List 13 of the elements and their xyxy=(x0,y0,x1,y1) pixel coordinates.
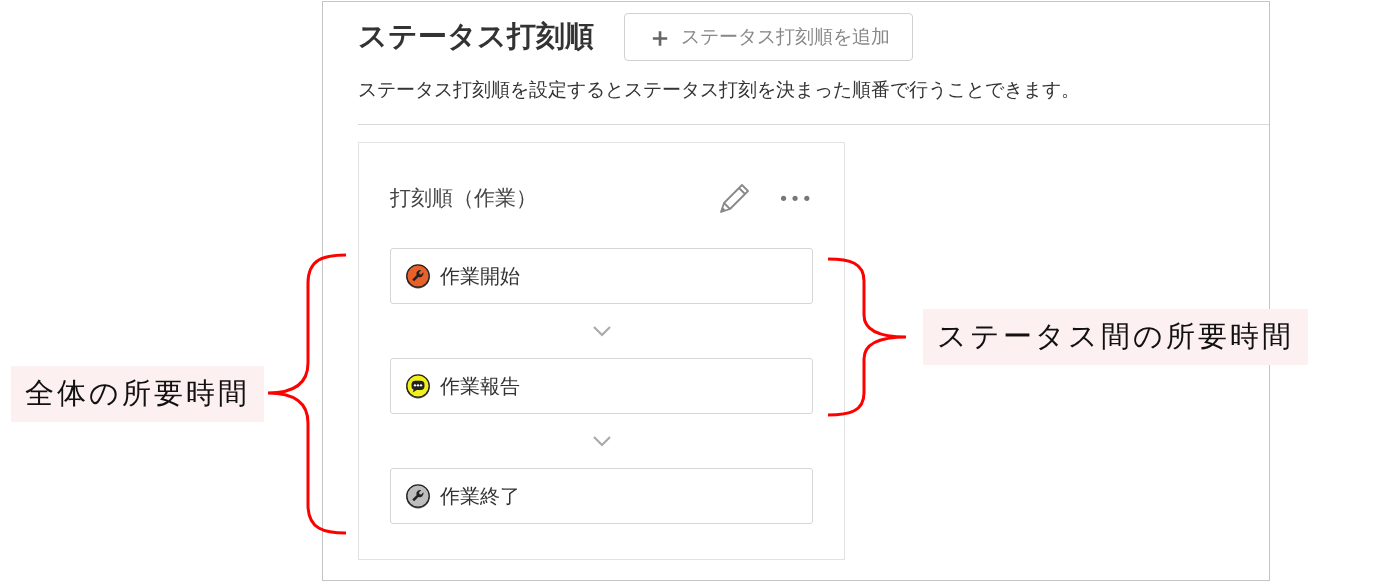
chevron-down-icon xyxy=(591,435,612,447)
callout-label: ステータス間の所要時間 xyxy=(923,309,1308,365)
chevron-down-icon xyxy=(591,325,612,337)
status-item: 作業報告 xyxy=(390,358,813,414)
section-title: ステータス打刻順 xyxy=(358,18,594,55)
description-text: ステータス打刻順を設定するとステータス打刻を決まった順番で行うことできます。 xyxy=(358,77,1081,102)
add-status-order-button[interactable]: ＋ ステータス打刻順を追加 xyxy=(624,13,913,61)
edit-icon[interactable] xyxy=(718,183,751,213)
more-menu[interactable]: ••• xyxy=(778,187,813,209)
callout-label: 全体の所要時間 xyxy=(11,366,264,422)
card-title: 打刻順（作業） xyxy=(390,185,538,212)
status-item: 作業開始 xyxy=(390,248,813,304)
status-item: 作業終了 xyxy=(390,468,813,524)
